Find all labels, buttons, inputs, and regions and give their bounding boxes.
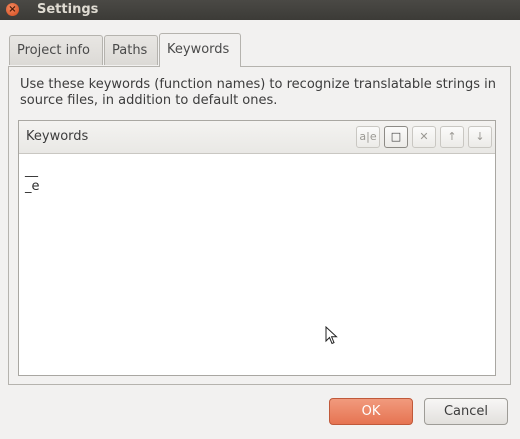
delete-button[interactable]: ✕	[412, 126, 436, 148]
close-icon[interactable]: ×	[6, 3, 19, 16]
move-up-button[interactable]: ↑	[440, 126, 464, 148]
cancel-button[interactable]: Cancel	[424, 398, 508, 425]
tab-project-info[interactable]: Project info	[9, 35, 103, 65]
keywords-panel: Keywords a|e □ ✕ ↑ ↓ __ _e	[18, 120, 496, 376]
title-bar: × Settings	[0, 0, 520, 20]
new-item-button[interactable]: □	[384, 126, 408, 148]
keywords-panel-header: Keywords a|e □ ✕ ↑ ↓	[19, 121, 495, 154]
move-down-icon: ↓	[475, 130, 485, 143]
delete-icon: ✕	[419, 130, 429, 143]
tab-keywords[interactable]: Keywords	[159, 33, 241, 67]
tab-paths[interactable]: Paths	[104, 35, 158, 65]
keywords-list[interactable]: __ _e	[25, 163, 40, 195]
keywords-header-label: Keywords	[26, 129, 89, 144]
list-item[interactable]: _e	[25, 179, 40, 195]
list-item[interactable]: __	[25, 163, 40, 179]
rename-button[interactable]: a|e	[356, 126, 380, 148]
mouse-pointer-icon	[325, 326, 338, 345]
rename-icon: a|e	[359, 130, 377, 143]
ok-button[interactable]: OK	[329, 398, 413, 425]
keywords-description: Use these keywords (function names) to r…	[20, 77, 496, 108]
move-up-icon: ↑	[447, 130, 457, 143]
new-item-icon: □	[390, 130, 402, 143]
window-title: Settings	[37, 2, 99, 17]
move-down-button[interactable]: ↓	[468, 126, 492, 148]
